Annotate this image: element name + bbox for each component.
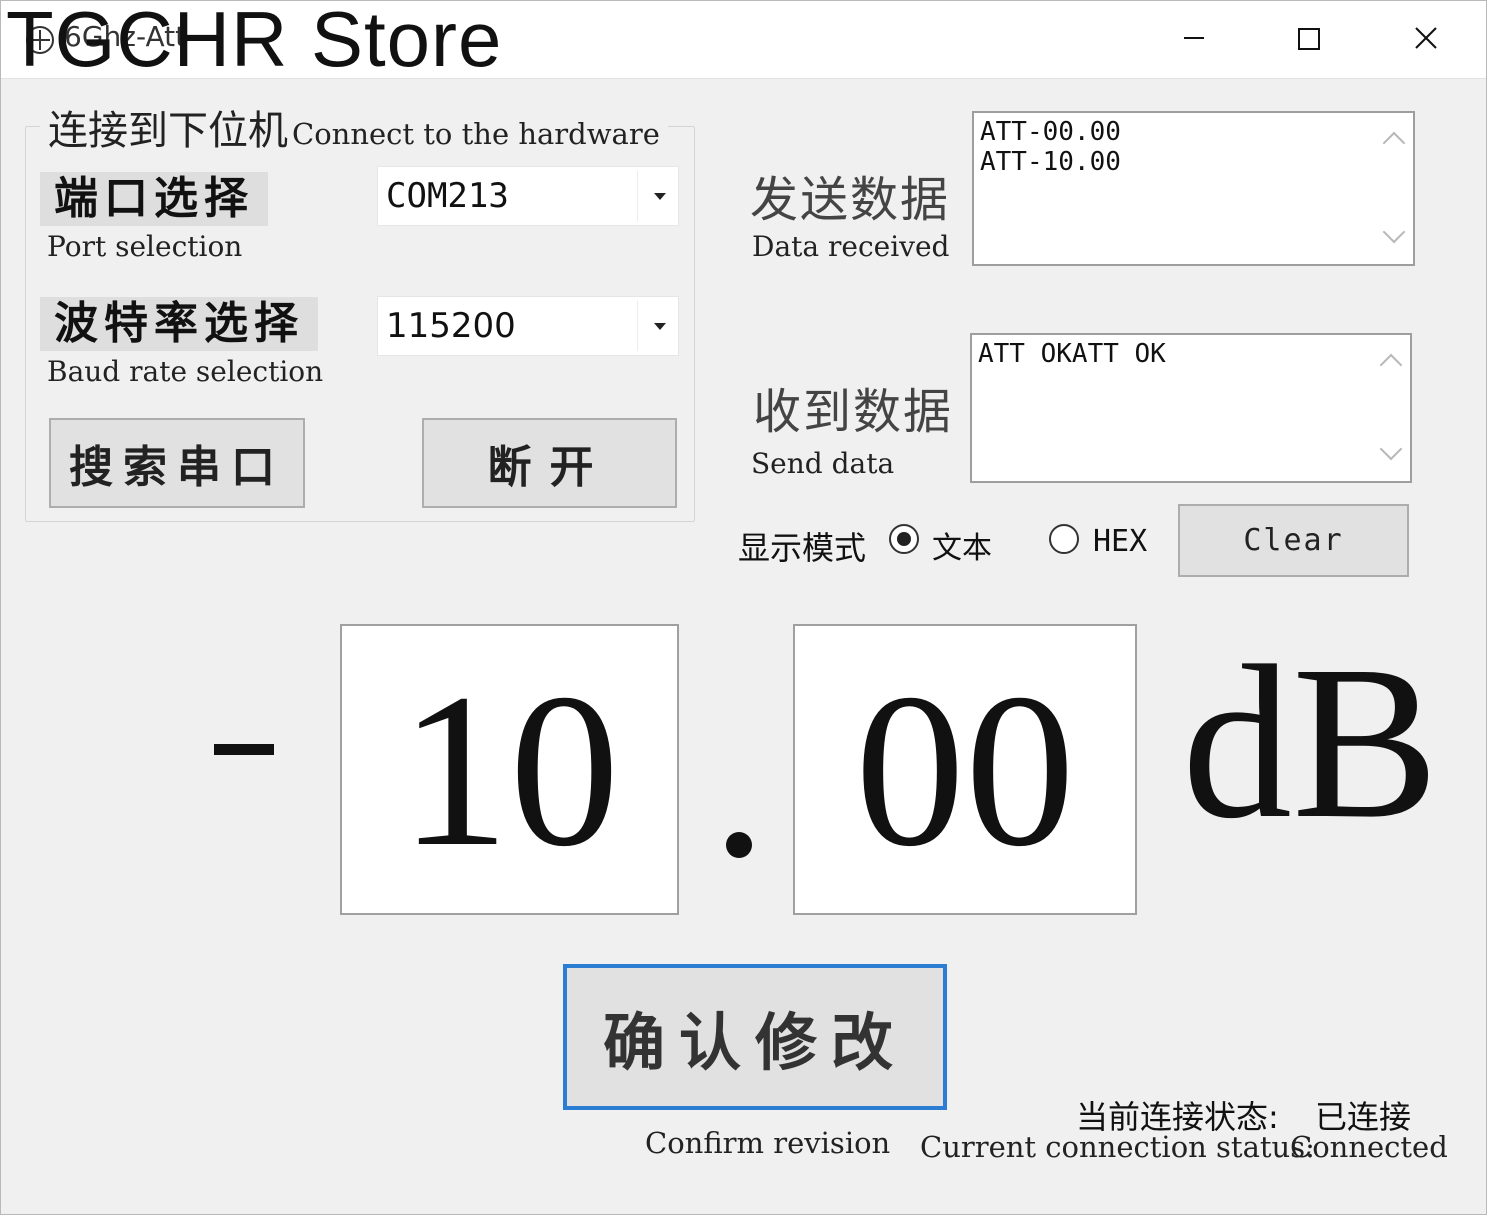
display-mode-label: 显示模式 [738, 529, 867, 567]
send-label-en: Data received [752, 230, 950, 263]
confirm-button[interactable]: 确认修改 [563, 964, 947, 1110]
receive-label-en: Send data [751, 447, 895, 480]
baud-label-cn: 波特率选择 [40, 297, 318, 351]
status-label-en: Current connection status: [920, 1130, 1315, 1164]
confirm-caption: Confirm revision [645, 1126, 891, 1160]
disconnect-button[interactable]: 断开 [422, 418, 677, 508]
send-data-textarea[interactable]: ATT-00.00 ATT-10.00 [972, 111, 1415, 266]
port-label-cn: 端口选择 [40, 172, 268, 226]
dropdown-arrow-icon[interactable] [654, 193, 666, 200]
receive-line: ATT OKATT OK [978, 339, 1166, 369]
receive-data-textarea[interactable]: ATT OKATT OK [970, 333, 1412, 483]
baud-label-en: Baud rate selection [47, 355, 324, 388]
radio-selected-dot [897, 532, 911, 546]
scroll-down-icon[interactable] [1382, 220, 1406, 244]
port-select-value: COM213 [386, 176, 509, 216]
port-label-en: Port selection [47, 230, 243, 263]
unit-label: dB [1182, 620, 1439, 864]
status-value-en: Connected [1290, 1130, 1448, 1164]
dropdown-arrow-icon[interactable] [654, 323, 666, 330]
search-port-button[interactable]: 搜索串口 [49, 418, 305, 508]
send-line: ATT-00.00 [980, 117, 1121, 147]
scroll-up-icon[interactable] [1382, 131, 1406, 155]
scroll-down-icon[interactable] [1379, 437, 1403, 461]
scroll-up-icon[interactable] [1379, 353, 1403, 377]
text-mode-radio[interactable] [889, 524, 919, 554]
attenuation-decimal-input[interactable]: 00 [793, 624, 1137, 915]
connect-group-title: 连接到下位机 Connect to the hardware [40, 98, 668, 156]
attenuation-sign [214, 744, 274, 755]
vertical-scrollbar[interactable] [1375, 115, 1411, 262]
minimize-icon[interactable] [1166, 14, 1222, 64]
decimal-point [726, 832, 752, 858]
clear-button[interactable]: Clear [1178, 504, 1409, 577]
hex-mode-radio[interactable] [1049, 524, 1079, 554]
receive-data-lines: ATT OKATT OK [978, 339, 1166, 369]
port-select[interactable]: COM213 [377, 166, 679, 226]
close-icon[interactable] [1398, 14, 1454, 64]
send-label-cn: 发送数据 [750, 172, 951, 228]
combo-divider [637, 301, 638, 351]
baud-select-value: 115200 [386, 306, 516, 346]
connect-title-cn: 连接到下位机 [48, 108, 288, 154]
baud-select[interactable]: 115200 [377, 296, 679, 356]
text-mode-label[interactable]: 文本 [932, 523, 992, 567]
vertical-scrollbar[interactable] [1372, 337, 1408, 479]
combo-divider [637, 171, 638, 221]
maximize-icon[interactable] [1281, 14, 1337, 64]
hex-mode-label[interactable]: HEX [1093, 524, 1147, 559]
send-line: ATT-10.00 [980, 147, 1121, 177]
connect-title-en: Connect to the hardware [292, 117, 660, 151]
send-data-lines: ATT-00.00 ATT-10.00 [980, 117, 1121, 177]
store-watermark: TGCHR Store [6, 0, 503, 83]
receive-label-cn: 收到数据 [753, 384, 954, 440]
attenuation-integer-input[interactable]: 10 [340, 624, 679, 915]
